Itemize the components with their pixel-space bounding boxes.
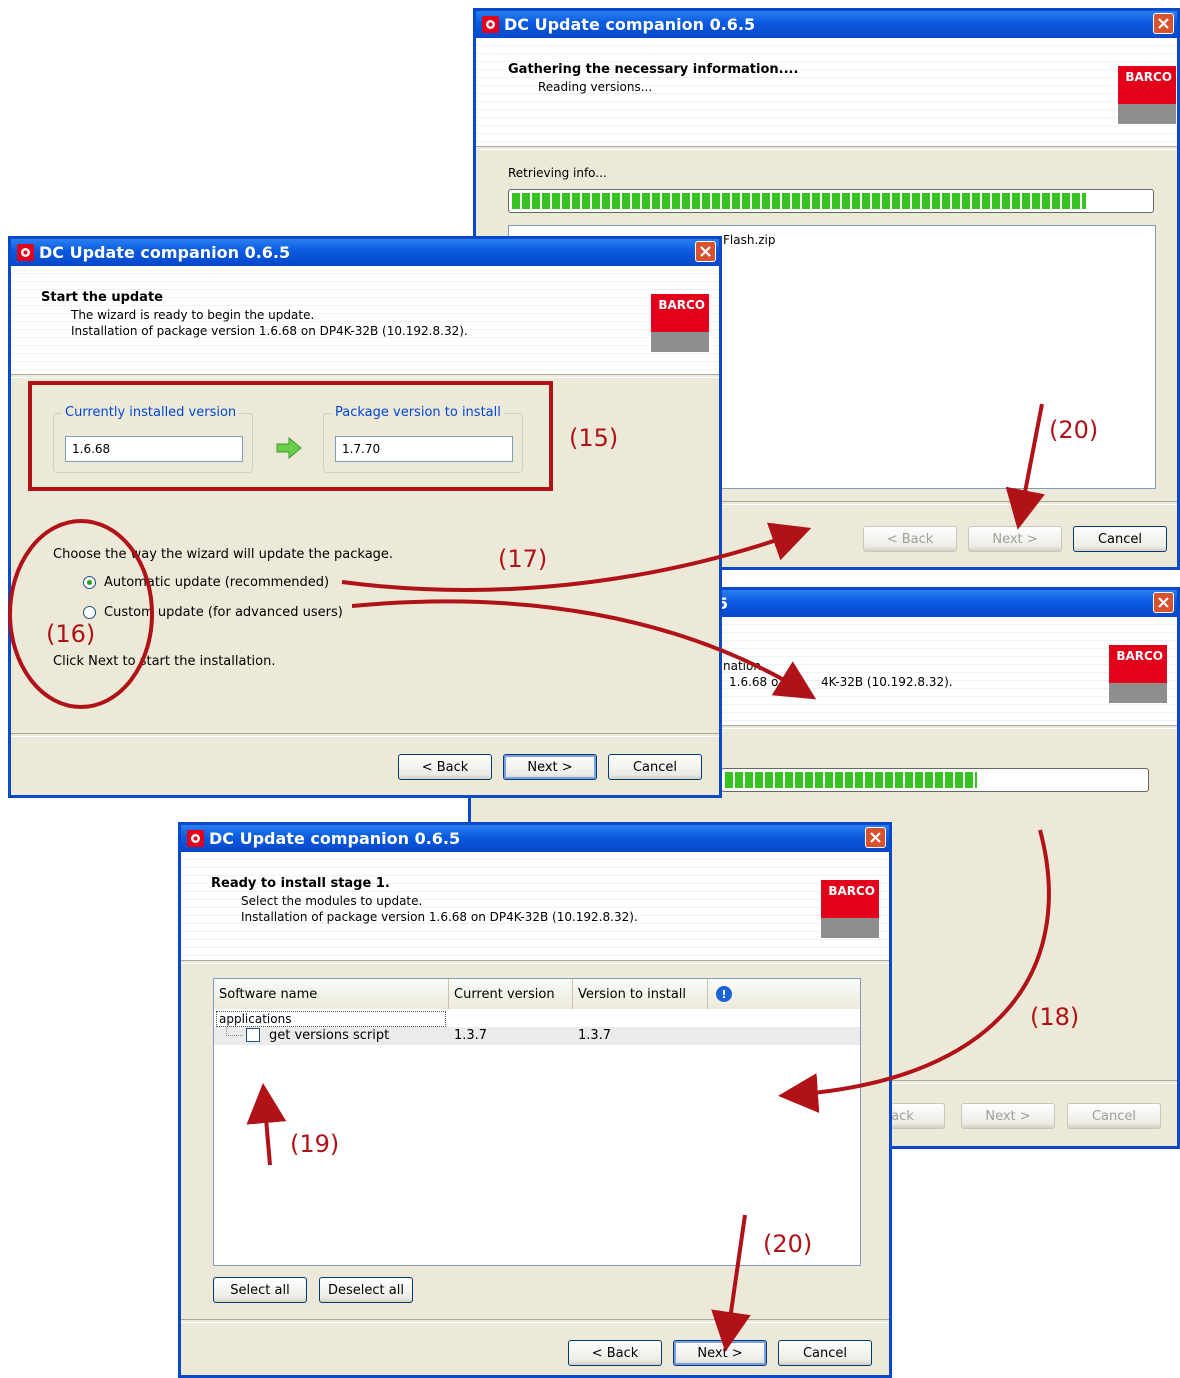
wizard-header: Ready to install stage 1. Select the mod…: [181, 852, 889, 960]
arrow-right-icon: [276, 436, 302, 463]
header-title: Start the update: [41, 290, 163, 305]
back-button[interactable]: < Back: [398, 754, 492, 780]
package-version-field[interactable]: 1.7.70: [335, 436, 513, 462]
next-button[interactable]: Next >: [961, 1103, 1055, 1129]
ready-install-window: DC Update companion 0.6.5 Ready to insta…: [178, 822, 892, 1378]
column-header-current-version[interactable]: Current version: [449, 979, 573, 1009]
window-title: DC Update companion 0.6.5: [209, 829, 461, 848]
start-update-window: DC Update companion 0.6.5 Start the upda…: [8, 236, 722, 798]
next-button[interactable]: Next >: [673, 1340, 767, 1366]
automatic-update-radio[interactable]: [83, 576, 96, 589]
wizard-header: Start the update The wizard is ready to …: [11, 266, 719, 374]
barco-logo: BARCO: [651, 294, 709, 352]
separator: [11, 374, 719, 378]
package-version-label: Package version to install: [332, 405, 504, 420]
separator: [476, 146, 1177, 150]
header-fragment: 1.6.68 o: [729, 675, 779, 689]
close-icon[interactable]: [695, 241, 716, 262]
title-bar[interactable]: DC Update companion 0.6.5: [11, 239, 719, 266]
wizard-header: Gathering the necessary information.... …: [476, 38, 1177, 146]
next-button[interactable]: Next >: [503, 754, 597, 780]
app-icon: [17, 244, 34, 261]
separator: [11, 733, 719, 737]
header-title: Gathering the necessary information....: [508, 62, 799, 77]
header-subtitle: Select the modules to update.: [241, 894, 423, 908]
progress-fill: [512, 193, 1087, 209]
column-header-version-to-install[interactable]: Version to install: [573, 979, 708, 1009]
cancel-button[interactable]: Cancel: [608, 754, 702, 780]
separator: [181, 960, 889, 964]
table-row[interactable]: get versions script 1.3.7 1.3.7: [214, 1027, 860, 1045]
custom-update-label[interactable]: Custom update (for advanced users): [104, 605, 343, 620]
back-button[interactable]: < Back: [863, 526, 957, 552]
column-header-software-name[interactable]: Software name: [214, 979, 449, 1009]
header-subtitle: Installation of package version 1.6.68 o…: [241, 910, 638, 924]
select-all-button[interactable]: Select all: [213, 1277, 307, 1303]
window-title: DC Update companion 0.6.5: [504, 15, 756, 34]
annotation-20-top: (20): [1049, 416, 1099, 444]
annotation-17: (17): [498, 545, 548, 573]
row-checkbox[interactable]: [246, 1028, 260, 1042]
barco-logo: BARCO: [821, 880, 879, 938]
annotation-15: (15): [569, 424, 619, 452]
annotation-16: (16): [46, 620, 96, 648]
cancel-button[interactable]: Cancel: [1067, 1103, 1161, 1129]
close-icon[interactable]: [1153, 13, 1174, 34]
automatic-update-label[interactable]: Automatic update (recommended): [104, 575, 329, 590]
current-version-label: Currently installed version: [62, 405, 240, 420]
annotation-20-bottom: (20): [763, 1230, 813, 1258]
info-icon: !: [716, 986, 732, 1002]
close-icon[interactable]: [1153, 592, 1174, 613]
next-button[interactable]: Next >: [968, 526, 1062, 552]
modules-table[interactable]: Software name Current version Version to…: [213, 978, 861, 1266]
column-header-info[interactable]: !: [708, 979, 860, 1009]
barco-logo: BARCO: [1118, 66, 1176, 124]
progress-bar: [508, 189, 1154, 213]
window-title: DC Update companion 0.6.5: [39, 243, 291, 262]
back-button[interactable]: < Back: [568, 1340, 662, 1366]
title-bar[interactable]: DC Update companion 0.6.5: [476, 11, 1177, 38]
separator: [181, 1319, 889, 1323]
status-text: Retrieving info...: [508, 166, 607, 180]
header-fragment: 4K-32B (10.192.8.32).: [821, 675, 953, 689]
app-icon: [482, 16, 499, 33]
title-bar[interactable]: DC Update companion 0.6.5: [181, 825, 889, 852]
progress-fill: [725, 772, 977, 788]
tree-group-applications[interactable]: applications: [216, 1011, 446, 1027]
header-subtitle: Installation of package version 1.6.68 o…: [71, 324, 468, 338]
app-icon: [187, 830, 204, 847]
header-subtitle: Reading versions...: [538, 80, 653, 94]
header-subtitle: The wizard is ready to begin the update.: [71, 308, 315, 322]
cancel-button[interactable]: Cancel: [778, 1340, 872, 1366]
barco-logo: BARCO: [1109, 645, 1167, 703]
deselect-all-button[interactable]: Deselect all: [319, 1277, 413, 1303]
log-line: Flash.zip: [723, 233, 776, 247]
footer-text: Click Next to start the installation.: [53, 654, 276, 669]
annotation-18: (18): [1030, 1003, 1080, 1031]
header-title: Ready to install stage 1.: [211, 876, 390, 891]
choose-text: Choose the way the wizard will update th…: [53, 547, 394, 562]
tree-connector: [226, 1027, 243, 1036]
header-fragment: nation: [723, 659, 761, 673]
row-software-name: get versions script: [269, 1028, 390, 1043]
progress-bar: [721, 768, 1149, 792]
cancel-button[interactable]: Cancel: [1073, 526, 1167, 552]
row-current-version: 1.3.7: [454, 1028, 488, 1043]
custom-update-radio[interactable]: [83, 606, 96, 619]
close-icon[interactable]: [865, 827, 886, 848]
annotation-19: (19): [290, 1130, 340, 1158]
row-version-to-install: 1.3.7: [578, 1028, 612, 1043]
current-version-field[interactable]: 1.6.68: [65, 436, 243, 462]
